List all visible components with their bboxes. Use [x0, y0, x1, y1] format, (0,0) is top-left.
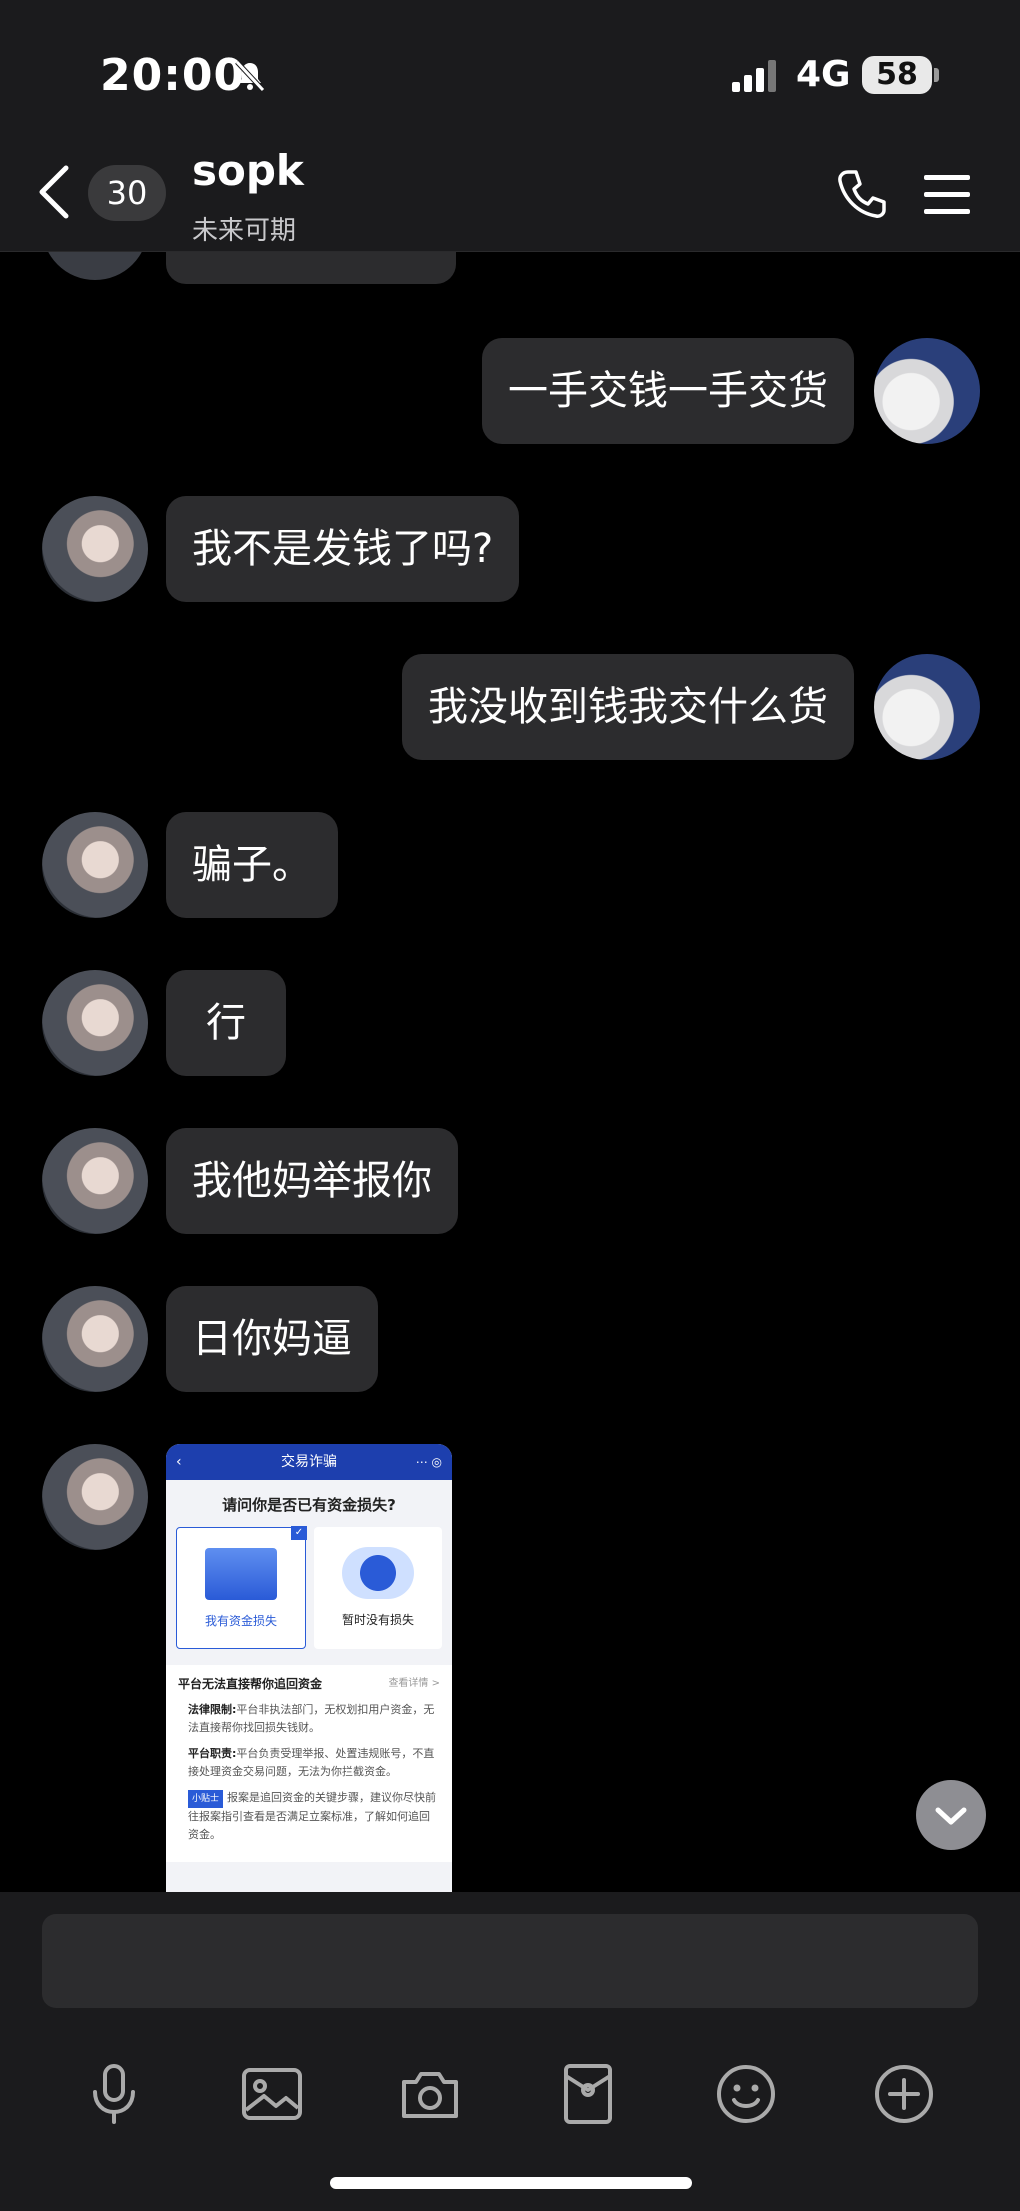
- section-title-text: 平台无法直接帮你追回资金: [178, 1677, 323, 1691]
- avatar-contact[interactable]: [42, 970, 148, 1076]
- message-input[interactable]: [42, 1914, 978, 2008]
- message-bubble-partial: [166, 252, 456, 284]
- top-bar: 20:00 4G 58 30 sopk 未来可期: [0, 0, 1020, 252]
- option-loss: ✓ 我有资金损失: [176, 1526, 307, 1649]
- bell-muted-icon: [235, 60, 265, 92]
- message-bubble-incoming[interactable]: 行: [166, 970, 286, 1076]
- message-bubble-incoming[interactable]: 我他妈举报你: [166, 1128, 458, 1234]
- info-point: 法律限制:平台非执法部门，无权划扣用户资金，无法直接帮你找回损失钱财。: [178, 1701, 440, 1737]
- section-more: 查看详情 >: [388, 1678, 440, 1689]
- avatar-contact[interactable]: [42, 1128, 148, 1234]
- unread-count-badge[interactable]: 30: [88, 165, 166, 221]
- info-point: 平台职责:平台负责受理举报、处置违规账号，不直接处理资金交易问题，无法为你拦截资…: [178, 1745, 440, 1781]
- battery-tip: [934, 68, 939, 82]
- point-label: 平台职责:: [188, 1747, 237, 1760]
- signal-icon: [732, 60, 776, 92]
- red-packet-icon[interactable]: [556, 2062, 620, 2126]
- avatar-contact[interactable]: [42, 252, 148, 280]
- microphone-icon[interactable]: [82, 2062, 146, 2126]
- scroll-to-bottom-button[interactable]: [916, 1780, 986, 1850]
- home-indicator[interactable]: [330, 2177, 692, 2189]
- check-icon: ✓: [291, 1526, 307, 1540]
- avatar-contact[interactable]: [42, 812, 148, 918]
- avatar-self[interactable]: [874, 338, 980, 444]
- option-no-loss: 暂时没有损失: [314, 1527, 442, 1649]
- network-type: 4G: [796, 54, 851, 95]
- contact-status: 未来可期: [192, 216, 297, 246]
- input-bar: [0, 1892, 1020, 2211]
- tip-tag: 小贴士: [188, 1790, 224, 1808]
- message-bubble-outgoing[interactable]: 我没收到钱我交什么货: [402, 654, 854, 760]
- image-icon[interactable]: [240, 2062, 304, 2126]
- option-label: 暂时没有损失: [341, 1613, 414, 1627]
- tip-text: 报案是追回资金的关键步骤，建议你尽快前往报案指引查看是否满足立案标准，了解如何追…: [188, 1791, 437, 1841]
- option-label: 我有资金损失: [204, 1614, 277, 1628]
- avatar-contact[interactable]: [42, 1444, 148, 1550]
- back-chevron-icon[interactable]: [34, 162, 74, 222]
- image-title: 交易诈骗: [281, 1454, 337, 1470]
- info-tip: 小贴士 报案是追回资金的关键步骤，建议你尽快前往报案指引查看是否满足立案标准，了解…: [178, 1789, 440, 1844]
- point-label: 法律限制:: [188, 1703, 237, 1716]
- battery-icon: 58: [862, 56, 932, 94]
- avatar-self[interactable]: [874, 654, 980, 760]
- money-loss-icon: [205, 1548, 277, 1600]
- message-bubble-incoming[interactable]: 骗子。: [166, 812, 338, 918]
- image-options: ✓ 我有资金损失 暂时没有损失: [166, 1526, 452, 1649]
- message-bubble-incoming[interactable]: 日你妈逼: [166, 1286, 378, 1392]
- contact-name[interactable]: sopk: [192, 146, 304, 195]
- camera-icon[interactable]: [398, 2062, 462, 2126]
- phone-icon[interactable]: [836, 168, 888, 220]
- toolbar: [0, 2062, 1020, 2132]
- message-bubble-outgoing[interactable]: 一手交钱一手交货: [482, 338, 854, 444]
- more-icon: ⋯ ◎: [415, 1455, 442, 1469]
- message-bubble-incoming[interactable]: 我不是发钱了吗?: [166, 496, 520, 602]
- image-question: 请问你是否已有资金损失?: [222, 1496, 396, 1514]
- avatar-contact[interactable]: [42, 1286, 148, 1392]
- chevron-down-icon: [935, 1807, 967, 1825]
- avatar-contact[interactable]: [42, 496, 148, 602]
- status-time: 20:00: [100, 50, 246, 101]
- image-info-section: 平台无法直接帮你追回资金 查看详情 > 法律限制:平台非执法部门，无权划扣用户资…: [166, 1665, 452, 1862]
- menu-icon[interactable]: [924, 174, 970, 216]
- image-header: ‹ 交易诈骗 ⋯ ◎: [166, 1444, 452, 1480]
- emoji-icon[interactable]: [714, 2062, 778, 2126]
- back-chevron-icon: ‹: [176, 1454, 182, 1470]
- section-title: 平台无法直接帮你追回资金 查看详情 >: [178, 1675, 440, 1693]
- image-message[interactable]: ‹ 交易诈骗 ⋯ ◎ 请问你是否已有资金损失? ✓ 我有资金损失 暂时没有损失 …: [166, 1444, 452, 1894]
- plus-icon[interactable]: [872, 2062, 936, 2126]
- shield-icon: [342, 1547, 414, 1599]
- chat-area[interactable]: 一手交钱一手交货 我不是发钱了吗? 我没收到钱我交什么货 骗子。 行 我他妈举报…: [0, 252, 1020, 1892]
